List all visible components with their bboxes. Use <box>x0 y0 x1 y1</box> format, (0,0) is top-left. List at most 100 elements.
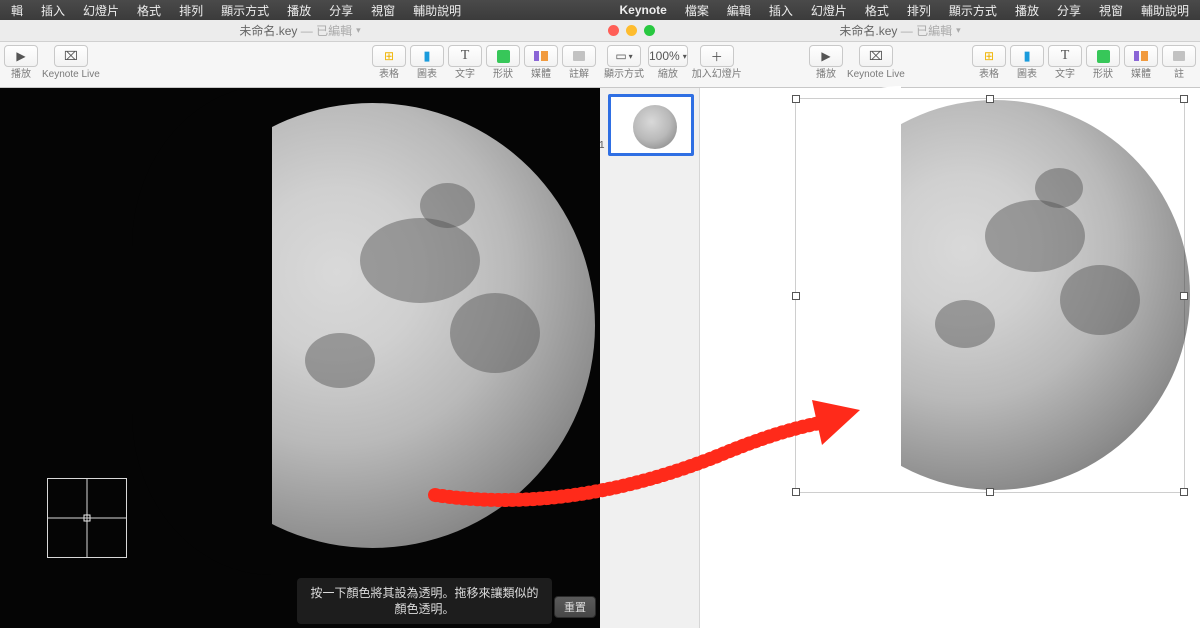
resize-handle[interactable] <box>1180 488 1188 496</box>
media-button[interactable] <box>1124 45 1158 67</box>
selection-box[interactable] <box>795 98 1185 493</box>
app-name[interactable]: Keynote <box>610 3 675 17</box>
shape-label: 形狀 <box>1093 70 1113 80</box>
resize-handle[interactable] <box>792 292 800 300</box>
moon-image[interactable] <box>150 103 595 548</box>
menu-item[interactable]: 幻燈片 <box>74 2 128 19</box>
moon-crater <box>420 183 475 228</box>
resize-handle[interactable] <box>1180 95 1188 103</box>
menu-item[interactable]: 輔助說明 <box>404 2 470 19</box>
media-icon-b <box>1141 51 1148 61</box>
menu-item[interactable]: 分享 <box>320 2 362 19</box>
window-controls[interactable] <box>608 25 655 36</box>
text-icon: T <box>461 48 470 64</box>
resize-handle[interactable] <box>986 95 994 103</box>
menu-item[interactable]: 顯示方式 <box>940 2 1006 19</box>
keynote-live-label: Keynote Live <box>42 70 100 80</box>
resize-handle[interactable] <box>792 95 800 103</box>
title-chevron-icon[interactable]: ▾ <box>356 25 361 36</box>
table-label: 表格 <box>979 70 999 80</box>
document-name: 未命名.key <box>239 22 297 39</box>
resize-handle[interactable] <box>1180 292 1188 300</box>
table-button[interactable]: ⊞ <box>372 45 406 67</box>
menu-item[interactable]: 插入 <box>760 2 802 19</box>
shape-button[interactable] <box>486 45 520 67</box>
shape-icon <box>1097 50 1110 63</box>
media-label: 媒體 <box>1131 70 1151 80</box>
text-label: 文字 <box>455 70 475 80</box>
slide-navigator[interactable]: 1 <box>600 88 700 628</box>
play-label: 播放 <box>816 70 836 80</box>
view-button[interactable]: ▭▾ <box>607 45 641 67</box>
menu-item[interactable]: 播放 <box>278 2 320 19</box>
plus-icon: ＋ <box>711 48 723 65</box>
table-label: 表格 <box>379 70 399 80</box>
note-icon <box>573 51 585 61</box>
fullscreen-icon[interactable] <box>644 25 655 36</box>
view-icon: ▭ <box>615 49 626 63</box>
play-button[interactable]: ▶ <box>809 45 843 67</box>
reset-button[interactable]: 重置 <box>554 596 596 618</box>
menu-item[interactable]: 幻燈片 <box>802 2 856 19</box>
chart-button[interactable]: ▮ <box>1010 45 1044 67</box>
menu-item[interactable]: 格式 <box>128 2 170 19</box>
slide-number: 1 <box>600 140 605 151</box>
screen-icon: ⌧ <box>869 49 883 63</box>
resize-handle[interactable] <box>986 488 994 496</box>
keynote-live-label: Keynote Live <box>847 70 905 80</box>
table-button[interactable]: ⊞ <box>972 45 1006 67</box>
instant-alpha-canvas[interactable]: 按一下顏色將其設為透明。拖移來讓類似的顏色透明。 重置 <box>0 88 600 628</box>
menu-item[interactable]: 插入 <box>32 2 74 19</box>
note-button[interactable] <box>1162 45 1196 67</box>
document-status: — 已編輯 <box>301 22 352 39</box>
text-button[interactable]: T <box>448 45 482 67</box>
screen-icon: ⌧ <box>64 49 78 63</box>
note-button[interactable] <box>562 45 596 67</box>
play-button[interactable]: ▶ <box>4 45 38 67</box>
moon-crater <box>305 333 375 388</box>
keynote-live-button[interactable]: ⌧ <box>54 45 88 67</box>
play-label: 播放 <box>11 70 31 80</box>
keynote-live-group: ⌧ Keynote Live <box>42 45 100 80</box>
menu-item[interactable]: 編輯 <box>718 2 760 19</box>
instant-alpha-cursor[interactable] <box>47 478 127 558</box>
menubar-right[interactable]: Keynote 檔案 編輯 插入 幻燈片 格式 排列 顯示方式 播放 分享 視窗… <box>600 0 1200 20</box>
minimize-icon[interactable] <box>626 25 637 36</box>
add-slide-label: 加入幻燈片 <box>692 70 742 80</box>
title-chevron-icon[interactable]: ▾ <box>956 25 961 36</box>
menu-item[interactable]: 排列 <box>170 2 212 19</box>
shape-button[interactable] <box>1086 45 1120 67</box>
text-label: 文字 <box>1055 70 1075 80</box>
document-name: 未命名.key <box>839 22 897 39</box>
zoom-label: 縮放 <box>658 70 678 80</box>
menu-item[interactable]: 檔案 <box>676 2 718 19</box>
toolbar-left: ▶ 播放 ⌧ Keynote Live ⊞表格 ▮圖表 T文字 形狀 媒體 註解 <box>0 42 600 88</box>
menu-item[interactable]: 視窗 <box>1090 2 1132 19</box>
menu-item[interactable]: 排列 <box>898 2 940 19</box>
moon-crater <box>360 218 480 303</box>
slide-canvas[interactable] <box>700 88 1200 628</box>
zoom-value: 100% <box>649 49 680 63</box>
menu-item[interactable]: 顯示方式 <box>212 2 278 19</box>
media-icon <box>534 51 539 61</box>
media-button[interactable] <box>524 45 558 67</box>
note-icon <box>1173 51 1185 61</box>
menu-item[interactable]: 分享 <box>1048 2 1090 19</box>
menu-item[interactable]: 格式 <box>856 2 898 19</box>
menu-item[interactable]: 輯 <box>2 2 32 19</box>
media-icon-b <box>541 51 548 61</box>
menu-item[interactable]: 輔助說明 <box>1132 2 1198 19</box>
resize-handle[interactable] <box>792 488 800 496</box>
play-icon: ▶ <box>821 49 830 63</box>
keynote-live-button[interactable]: ⌧ <box>859 45 893 67</box>
menu-item[interactable]: 播放 <box>1006 2 1048 19</box>
text-button[interactable]: T <box>1048 45 1082 67</box>
close-icon[interactable] <box>608 25 619 36</box>
menu-item[interactable]: 視窗 <box>362 2 404 19</box>
menubar-left[interactable]: 輯 插入 幻燈片 格式 排列 顯示方式 播放 分享 視窗 輔助說明 <box>0 0 600 20</box>
add-slide-button[interactable]: ＋ <box>700 45 734 67</box>
chart-button[interactable]: ▮ <box>410 45 444 67</box>
table-icon: ⊞ <box>384 49 394 63</box>
slide-thumbnail[interactable]: 1 <box>608 94 694 156</box>
zoom-button[interactable]: 100%▾ <box>648 45 688 67</box>
